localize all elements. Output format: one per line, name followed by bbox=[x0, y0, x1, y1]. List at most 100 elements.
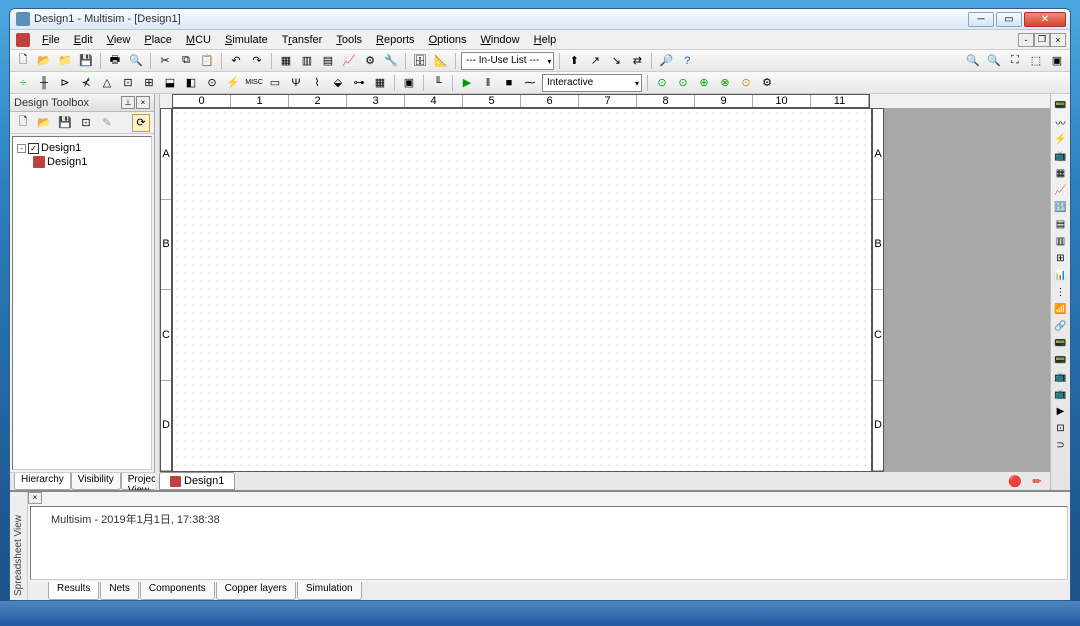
close-button[interactable]: ✕ bbox=[1024, 12, 1066, 27]
freq-counter-icon[interactable]: 🔢 bbox=[1053, 200, 1069, 215]
place-misc-icon[interactable]: MISC bbox=[245, 74, 263, 92]
ni-elvis-icon[interactable]: ⊡ bbox=[1053, 421, 1069, 436]
doc-tab[interactable]: Design1 bbox=[159, 472, 235, 490]
new-design-icon[interactable]: 🗋 bbox=[14, 114, 32, 132]
backannotate-icon[interactable]: ↘ bbox=[607, 52, 625, 70]
os-taskbar[interactable] bbox=[0, 601, 1080, 626]
mdi-minimize[interactable]: - bbox=[1018, 33, 1034, 47]
place-mcu-icon[interactable]: ▦ bbox=[371, 74, 389, 92]
place-power-icon[interactable]: ⚡ bbox=[224, 74, 242, 92]
cut-icon[interactable]: ✂ bbox=[156, 52, 174, 70]
function-gen-icon[interactable]: 〰 bbox=[1053, 115, 1069, 130]
probe-power-icon[interactable]: ⊗ bbox=[716, 74, 734, 92]
place-bus-icon[interactable]: ╙ bbox=[429, 74, 447, 92]
tek-scope-icon[interactable]: 📺 bbox=[1053, 387, 1069, 402]
menu-mcu[interactable]: MCU bbox=[180, 32, 217, 48]
labview-icon[interactable]: ▶ bbox=[1053, 404, 1069, 419]
menu-simulate[interactable]: Simulate bbox=[219, 32, 274, 48]
menu-window[interactable]: Window bbox=[474, 32, 525, 48]
mdi-close[interactable]: × bbox=[1050, 33, 1066, 47]
agilent-fgen-icon[interactable]: 📟 bbox=[1053, 336, 1069, 351]
bode-plotter-icon[interactable]: 📈 bbox=[1053, 183, 1069, 198]
tree-root[interactable]: - ✓ Design1 bbox=[17, 141, 147, 155]
grid-toggle-icon[interactable]: ▦ bbox=[277, 52, 295, 70]
paste-icon[interactable]: 📋 bbox=[198, 52, 216, 70]
fullscreen-icon[interactable]: ▣ bbox=[1048, 52, 1066, 70]
iv-analyzer-icon[interactable]: 📊 bbox=[1053, 268, 1069, 283]
ss-close-icon[interactable]: × bbox=[28, 492, 42, 504]
oscilloscope-icon[interactable]: 📺 bbox=[1053, 149, 1069, 164]
menu-tools[interactable]: Tools bbox=[330, 32, 368, 48]
place-analog-icon[interactable]: △ bbox=[98, 74, 116, 92]
menu-view[interactable]: View bbox=[101, 32, 137, 48]
place-diode-icon[interactable]: ⊳ bbox=[56, 74, 74, 92]
place-advanced-icon[interactable]: ▭ bbox=[266, 74, 284, 92]
place-misc-digital-icon[interactable]: ⬓ bbox=[161, 74, 179, 92]
distortion-icon[interactable]: ⋮ bbox=[1053, 285, 1069, 300]
zoom-area-icon[interactable]: ⛶ bbox=[1006, 52, 1024, 70]
toolbox-pin-icon[interactable]: ⊥ bbox=[121, 96, 135, 109]
place-cmos-icon[interactable]: ⊞ bbox=[140, 74, 158, 92]
tree-child[interactable]: Design1 bbox=[17, 155, 147, 169]
menu-place[interactable]: Place bbox=[138, 32, 178, 48]
tab-nets[interactable]: Nets bbox=[100, 582, 139, 600]
undo-icon[interactable]: ↶ bbox=[227, 52, 245, 70]
menu-reports[interactable]: Reports bbox=[370, 32, 421, 48]
find-icon[interactable]: 🔎 bbox=[657, 52, 675, 70]
analysis-icon[interactable]: ⁓ bbox=[521, 74, 539, 92]
schematic-canvas[interactable] bbox=[172, 108, 872, 472]
place-ni-icon[interactable]: ⬙ bbox=[329, 74, 347, 92]
tab-hierarchy[interactable]: Hierarchy bbox=[14, 473, 71, 490]
logic-converter-icon[interactable]: ⊞ bbox=[1053, 251, 1069, 266]
mdi-restore[interactable]: ❐ bbox=[1034, 33, 1050, 47]
place-source-icon[interactable]: ÷ bbox=[14, 74, 32, 92]
spectrum-icon[interactable]: 📶 bbox=[1053, 302, 1069, 317]
tab-visibility[interactable]: Visibility bbox=[71, 473, 121, 490]
zoom-out-icon[interactable]: 🔍 bbox=[985, 52, 1003, 70]
current-clamp-icon[interactable]: ⊃ bbox=[1053, 438, 1069, 453]
open-sample-icon[interactable]: 📁 bbox=[56, 52, 74, 70]
collapse-icon[interactable]: - bbox=[17, 144, 26, 153]
network-analyzer-icon[interactable]: 🔗 bbox=[1053, 319, 1069, 334]
toolbox-close-icon[interactable]: × bbox=[136, 96, 150, 109]
place-electromech-icon[interactable]: ⌇ bbox=[308, 74, 326, 92]
open-icon[interactable]: 📂 bbox=[35, 52, 53, 70]
help-icon[interactable]: ? bbox=[678, 52, 696, 70]
place-basic-icon[interactable]: ╫ bbox=[35, 74, 53, 92]
place-indicator-icon[interactable]: ⊙ bbox=[203, 74, 221, 92]
probe-tool-icon[interactable]: ✏ bbox=[1028, 472, 1046, 490]
menu-help[interactable]: Help bbox=[528, 32, 563, 48]
component-wizard-icon[interactable]: 🔧 bbox=[382, 52, 400, 70]
place-connector-icon[interactable]: ⊶ bbox=[350, 74, 368, 92]
save-design-icon[interactable]: 💾 bbox=[56, 114, 74, 132]
tab-results[interactable]: Results bbox=[48, 582, 99, 600]
hierarchy-tree[interactable]: - ✓ Design1 Design1 bbox=[12, 136, 152, 470]
4ch-scope-icon[interactable]: ▦ bbox=[1053, 166, 1069, 181]
probe-diff-icon[interactable]: ⊙ bbox=[737, 74, 755, 92]
place-ttl-icon[interactable]: ⊡ bbox=[119, 74, 137, 92]
close-design-icon[interactable]: ⊡ bbox=[77, 114, 95, 132]
zoom-in-icon[interactable]: 🔍 bbox=[964, 52, 982, 70]
menu-file[interactable]: File bbox=[36, 32, 66, 48]
postprocessor-icon[interactable]: ⚙ bbox=[361, 52, 379, 70]
forward-annotate-icon[interactable]: ⇄ bbox=[628, 52, 646, 70]
probe-current-icon[interactable]: ⊕ bbox=[695, 74, 713, 92]
wattmeter-icon[interactable]: ⚡ bbox=[1053, 132, 1069, 147]
probe-config-icon[interactable]: ⚙ bbox=[758, 74, 776, 92]
print-preview-icon[interactable]: 🔍 bbox=[127, 52, 145, 70]
spreadsheet-sidebar[interactable]: Spreadsheet View bbox=[10, 492, 28, 600]
logic-analyzer-icon[interactable]: ▥ bbox=[1053, 234, 1069, 249]
refresh-icon[interactable]: ⟳ bbox=[132, 114, 150, 132]
mdi-icon[interactable] bbox=[16, 33, 30, 47]
pause-icon[interactable]: ‖ bbox=[479, 74, 497, 92]
spreadsheet-toggle-icon[interactable]: ▥ bbox=[298, 52, 316, 70]
sim-mode-combo[interactable]: Interactive bbox=[542, 74, 642, 92]
agilent-mm-icon[interactable]: 📟 bbox=[1053, 353, 1069, 368]
inuse-list-combo[interactable]: --- In-Use List --- bbox=[461, 52, 554, 70]
checkbox-icon[interactable]: ✓ bbox=[28, 143, 39, 154]
goto-parent-icon[interactable]: ⬆ bbox=[565, 52, 583, 70]
menu-transfer[interactable]: Transfer bbox=[276, 32, 329, 48]
place-mixed-icon[interactable]: ◧ bbox=[182, 74, 200, 92]
open-design-icon[interactable]: 📂 bbox=[35, 114, 53, 132]
minimize-button[interactable]: ─ bbox=[968, 12, 994, 27]
